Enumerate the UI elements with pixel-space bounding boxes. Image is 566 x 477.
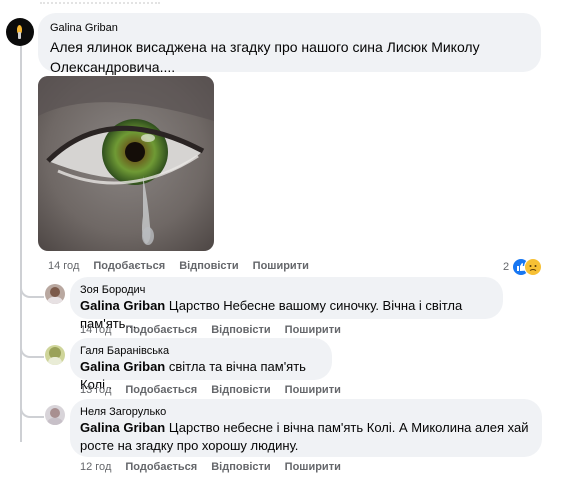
reply-bubble: Зоя Бородич Galina Griban Царство Небесн… xyxy=(70,277,503,331)
thread-connector xyxy=(20,284,44,298)
comment-author[interactable]: Galina Griban xyxy=(50,21,529,35)
comment-photo[interactable] xyxy=(38,76,214,251)
reply-button[interactable]: Відповісти xyxy=(179,260,238,272)
mention-link[interactable]: Galina Griban xyxy=(80,359,165,374)
reply-time[interactable]: 12 год xyxy=(80,461,111,473)
mention-link[interactable]: Galina Griban xyxy=(80,420,165,435)
crying-eye-image xyxy=(38,76,214,251)
reply-time[interactable]: 14 год xyxy=(80,324,111,336)
avatar[interactable] xyxy=(45,405,65,425)
reply-bubble: Галя Баранівська Galina Griban світла та… xyxy=(70,338,332,392)
avatar[interactable] xyxy=(6,18,34,46)
like-button[interactable]: Подобається xyxy=(125,461,197,473)
reply-button[interactable]: Відповісти xyxy=(211,461,270,473)
reply-author[interactable]: Галя Баранівська xyxy=(80,344,322,358)
thread-connector xyxy=(20,404,44,418)
comment-bubble: Galina Griban Алея ялинок висаджена на з… xyxy=(38,13,541,75)
reply-time[interactable]: 13 год xyxy=(80,384,111,396)
reply-author[interactable]: Зоя Бородич xyxy=(80,283,493,297)
mention-link[interactable]: Galina Griban xyxy=(80,298,165,313)
share-button[interactable]: Поширити xyxy=(285,324,341,336)
reply-text: Galina Griban Царство небесне і вічна па… xyxy=(80,419,532,455)
reply-actions: 13 год Подобається Відповісти Поширити xyxy=(80,384,355,396)
comment-time[interactable]: 14 год xyxy=(48,260,79,272)
comment-text: Алея ялинок висаджена на згадку про нашо… xyxy=(50,39,480,75)
like-button[interactable]: Подобається xyxy=(125,384,197,396)
reply-actions: 12 год Подобається Відповісти Поширити xyxy=(80,461,355,473)
like-button[interactable]: Подобається xyxy=(125,324,197,336)
avatar[interactable] xyxy=(45,345,65,365)
reply-actions: 14 год Подобається Відповісти Поширити xyxy=(80,324,355,336)
thread-line xyxy=(20,42,22,442)
comment-actions: 14 год Подобається Відповісти Поширити xyxy=(48,260,323,272)
reaction-summary[interactable]: 2 xyxy=(503,258,543,276)
reaction-count: 2 xyxy=(503,261,510,273)
share-button[interactable]: Поширити xyxy=(285,384,341,396)
thread-connector xyxy=(20,344,44,358)
clipped-top-edge xyxy=(40,0,160,4)
candle-icon xyxy=(18,32,21,39)
share-button[interactable]: Поширити xyxy=(253,260,309,272)
reply-button[interactable]: Відповісти xyxy=(211,384,270,396)
sad-icon xyxy=(524,258,543,276)
avatar[interactable] xyxy=(45,284,65,304)
reply-author[interactable]: Неля Загорулько xyxy=(80,405,532,419)
reply-button[interactable]: Відповісти xyxy=(211,324,270,336)
share-button[interactable]: Поширити xyxy=(285,461,341,473)
reply-bubble: Неля Загорулько Galina Griban Царство не… xyxy=(70,399,542,457)
like-button[interactable]: Подобається xyxy=(93,260,165,272)
